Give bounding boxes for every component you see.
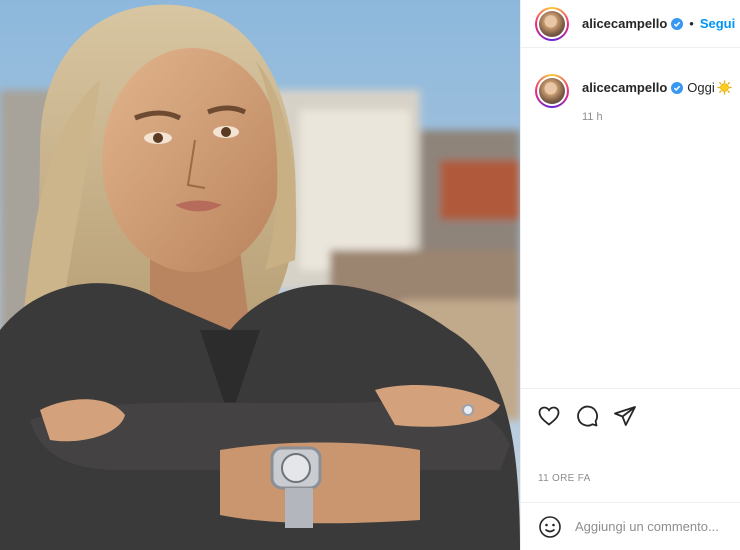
author-username[interactable]: alicecampello: [582, 16, 667, 31]
comment-input[interactable]: [575, 519, 735, 534]
sun-icon: [717, 80, 732, 95]
verified-badge-icon: [671, 81, 684, 94]
caption-line: alicecampello Oggi: [582, 80, 732, 95]
verified-badge-icon: [671, 17, 684, 30]
caption: alicecampello Oggi 11 h: [521, 48, 740, 123]
smiley-icon[interactable]: [538, 515, 562, 539]
heart-icon[interactable]: [537, 404, 561, 428]
post-photo-illustration: [0, 0, 520, 550]
post-side-panel: alicecampello • Segui alicecampello Oggi: [520, 0, 740, 550]
caption-text: Oggi: [687, 80, 715, 95]
action-bar: [521, 388, 740, 442]
post-image[interactable]: [0, 0, 520, 550]
paper-plane-icon[interactable]: [613, 404, 637, 428]
comment-icon[interactable]: [575, 404, 599, 428]
follow-button[interactable]: Segui: [700, 16, 735, 31]
author-avatar[interactable]: [535, 6, 569, 41]
caption-time[interactable]: 11 h: [582, 111, 732, 123]
caption-body: alicecampello Oggi 11 h: [582, 74, 732, 123]
comment-box: [521, 502, 740, 550]
caption-username[interactable]: alicecampello: [582, 80, 667, 95]
post-timestamp[interactable]: 11 ORE FA: [538, 473, 591, 484]
caption-avatar[interactable]: [535, 74, 569, 108]
separator-dot: •: [689, 16, 694, 31]
post-header: alicecampello • Segui: [521, 0, 740, 48]
